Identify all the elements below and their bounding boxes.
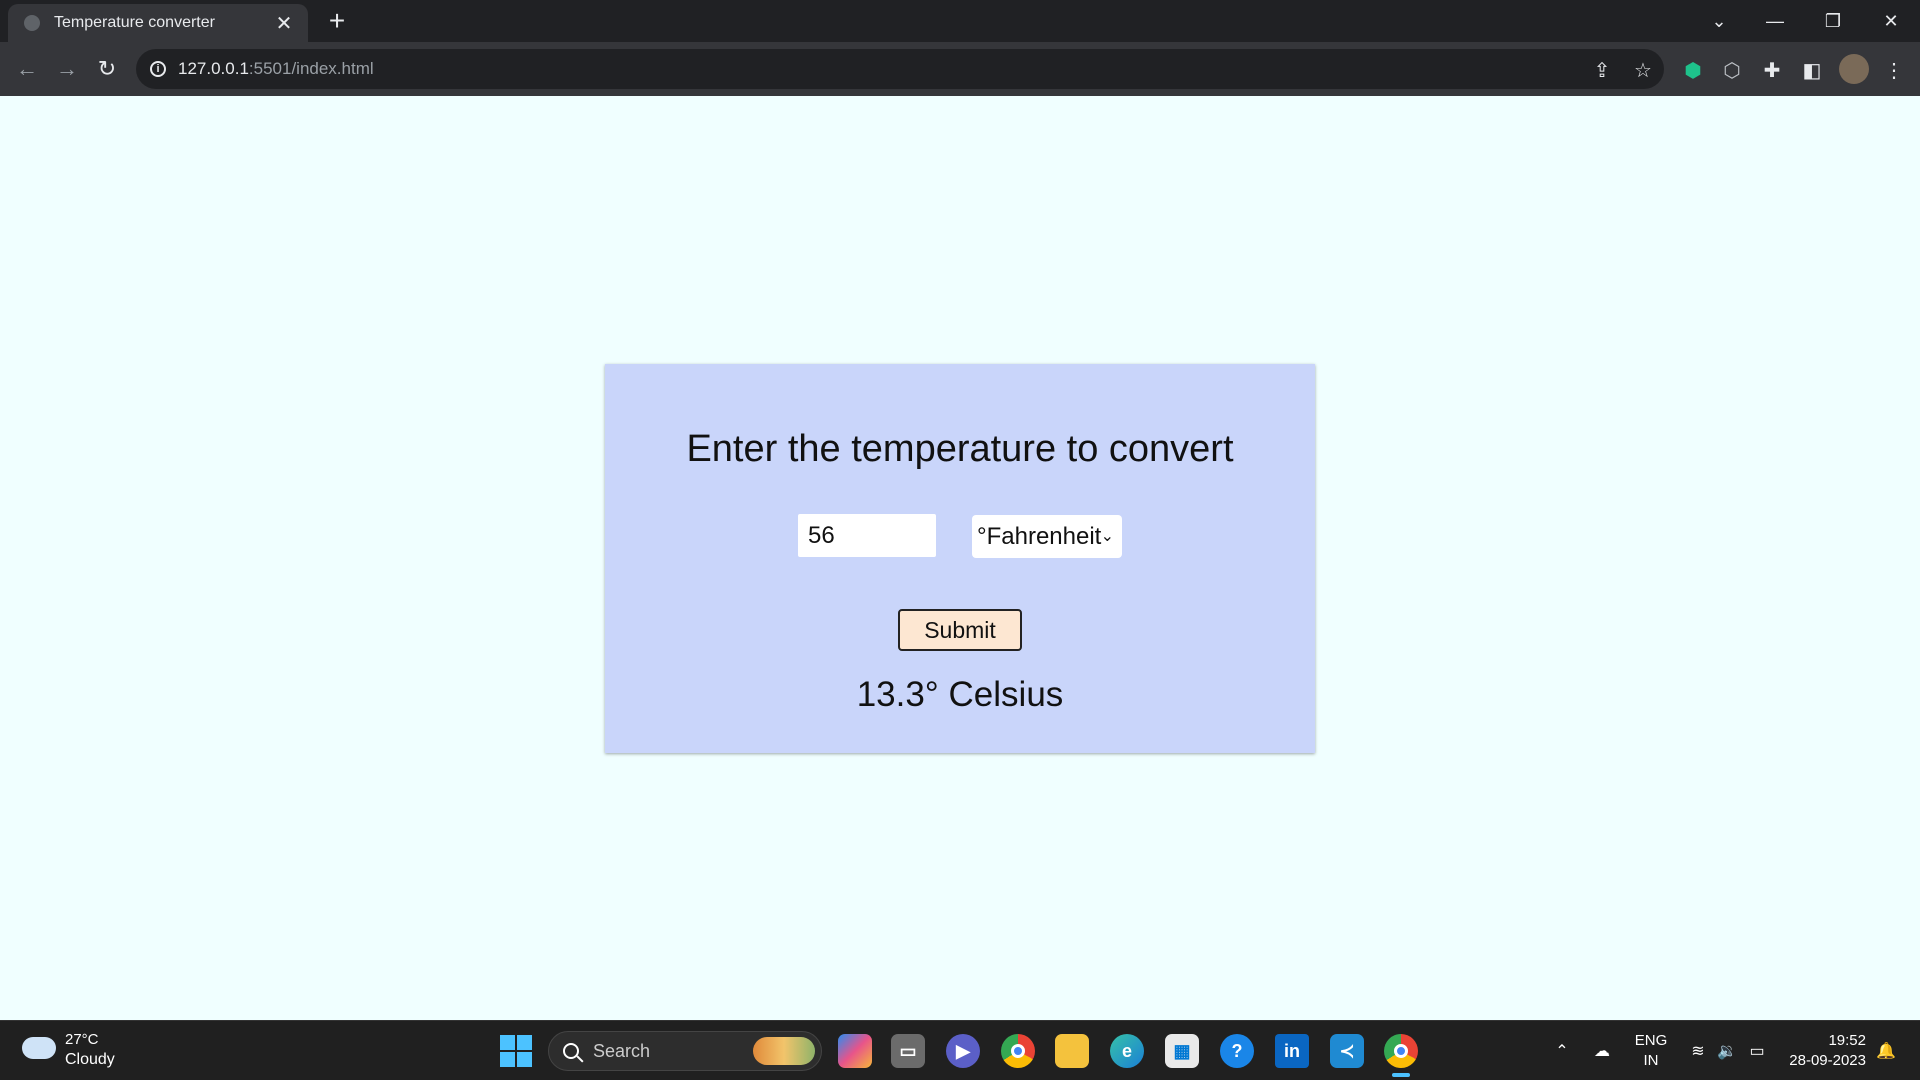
submit-button[interactable]: Submit [898,609,1022,651]
puzzle-icon[interactable]: ✚ [1758,56,1786,84]
restore-button[interactable]: ❐ [1806,0,1860,42]
share-icon[interactable]: ⇪ [1588,56,1616,84]
taskbar-search[interactable]: Search [548,1031,822,1071]
windows-logo-icon [500,1035,515,1050]
linkedin-icon[interactable]: in [1275,1034,1309,1068]
onedrive-cloud-icon[interactable]: ☁ [1590,1039,1614,1063]
volume-icon[interactable]: 🔉 [1715,1039,1739,1063]
clock-time: 19:52 [1828,1032,1866,1049]
conversion-result: 13.3° Celsius [856,675,1064,714]
windows-logo-icon [500,1052,515,1067]
chevron-down-icon: ⌄ [1100,528,1114,545]
browser-tab[interactable]: Temperature converter ✕ [8,4,308,42]
chrome-active-icon[interactable] [1384,1034,1418,1068]
close-tab-icon[interactable]: ✕ [272,11,296,36]
windows-logo-icon [517,1035,532,1050]
star-icon[interactable]: ☆ [1629,56,1657,84]
task-view-icon[interactable]: ▭ [891,1034,925,1068]
menu-icon[interactable]: ⋮ [1880,56,1908,84]
chevron-up-icon[interactable]: ⌃ [1550,1039,1574,1063]
weather-temperature[interactable]: 27°C [65,1031,99,1048]
start-button[interactable] [500,1035,532,1067]
arrow-left-icon: ← [16,56,38,81]
region-code: IN [1643,1052,1659,1069]
chrome-icon[interactable] [1001,1034,1035,1068]
cloud-icon[interactable] [22,1037,56,1059]
globe-icon [24,15,40,31]
windows-logo-icon [517,1052,532,1067]
taskbar: 27°C Cloudy Search ▭ ▶ e ▦ ? in ≺ ⌃ ☁ EN… [0,1020,1920,1080]
vscode-icon[interactable]: ≺ [1330,1034,1364,1068]
system-clock[interactable]: 19:52 28-09-2023 [1786,1031,1866,1071]
file-explorer-icon[interactable] [1055,1034,1089,1068]
temperature-input[interactable] [798,514,936,557]
url-host: 127.0.0.1 [178,59,249,78]
battery-icon[interactable]: ▭ [1745,1039,1769,1063]
browser-toolbar: ← → ↻ i 127.0.0.1:5501/index.html ⇪ ☆ ⬢ … [0,42,1920,96]
site-info-icon[interactable]: i [150,61,166,77]
forward-button[interactable]: → [50,52,84,86]
search-label: Search [593,1040,651,1061]
help-icon[interactable]: ? [1220,1034,1254,1068]
search-highlight-image [753,1037,815,1065]
notification-bell-icon[interactable]: 🔔 [1874,1039,1898,1063]
wifi-icon[interactable]: ≋ [1686,1039,1710,1063]
back-button[interactable]: ← [10,52,44,86]
teams-icon[interactable]: ▶ [946,1034,980,1068]
copilot-icon[interactable] [838,1034,872,1068]
url-text: 127.0.0.1:5501/index.html [178,59,374,79]
new-tab-button[interactable]: + [322,6,352,36]
profile-avatar[interactable] [1839,54,1869,84]
search-icon [563,1043,579,1059]
arrow-right-icon: → [56,56,78,81]
shield-extension-icon[interactable]: ⬢ [1679,56,1707,84]
edge-icon[interactable]: e [1110,1034,1144,1068]
extension-icon[interactable]: ⬡ [1718,56,1746,84]
close-window-button[interactable]: ✕ [1864,0,1918,42]
unit-select[interactable]: °Fahrenheit ⌄ [972,515,1122,558]
minimize-button[interactable]: — [1748,0,1802,42]
language-code: ENG [1634,1032,1668,1049]
tab-title: Temperature converter [54,14,215,31]
clock-date: 28-09-2023 [1789,1052,1866,1069]
weather-condition[interactable]: Cloudy [65,1051,115,1069]
converter-card: Enter the temperature to convert °Fahren… [605,364,1315,753]
page-title: Enter the temperature to convert [686,428,1234,470]
browser-titlebar: Temperature converter ✕ + ⌄ — ❐ ✕ [0,0,1920,42]
language-indicator[interactable]: ENG IN [1634,1031,1668,1071]
tab-search-button[interactable]: ⌄ [1692,0,1746,42]
side-panel-icon[interactable]: ◧ [1798,56,1826,84]
store-icon[interactable]: ▦ [1165,1034,1199,1068]
unit-select-value: °Fahrenheit [977,522,1102,550]
reload-button[interactable]: ↻ [90,52,124,86]
active-app-indicator [1392,1073,1410,1077]
address-bar[interactable]: i 127.0.0.1:5501/index.html [136,49,1664,89]
url-path: :5501/index.html [248,59,374,78]
reload-icon: ↻ [97,56,117,81]
